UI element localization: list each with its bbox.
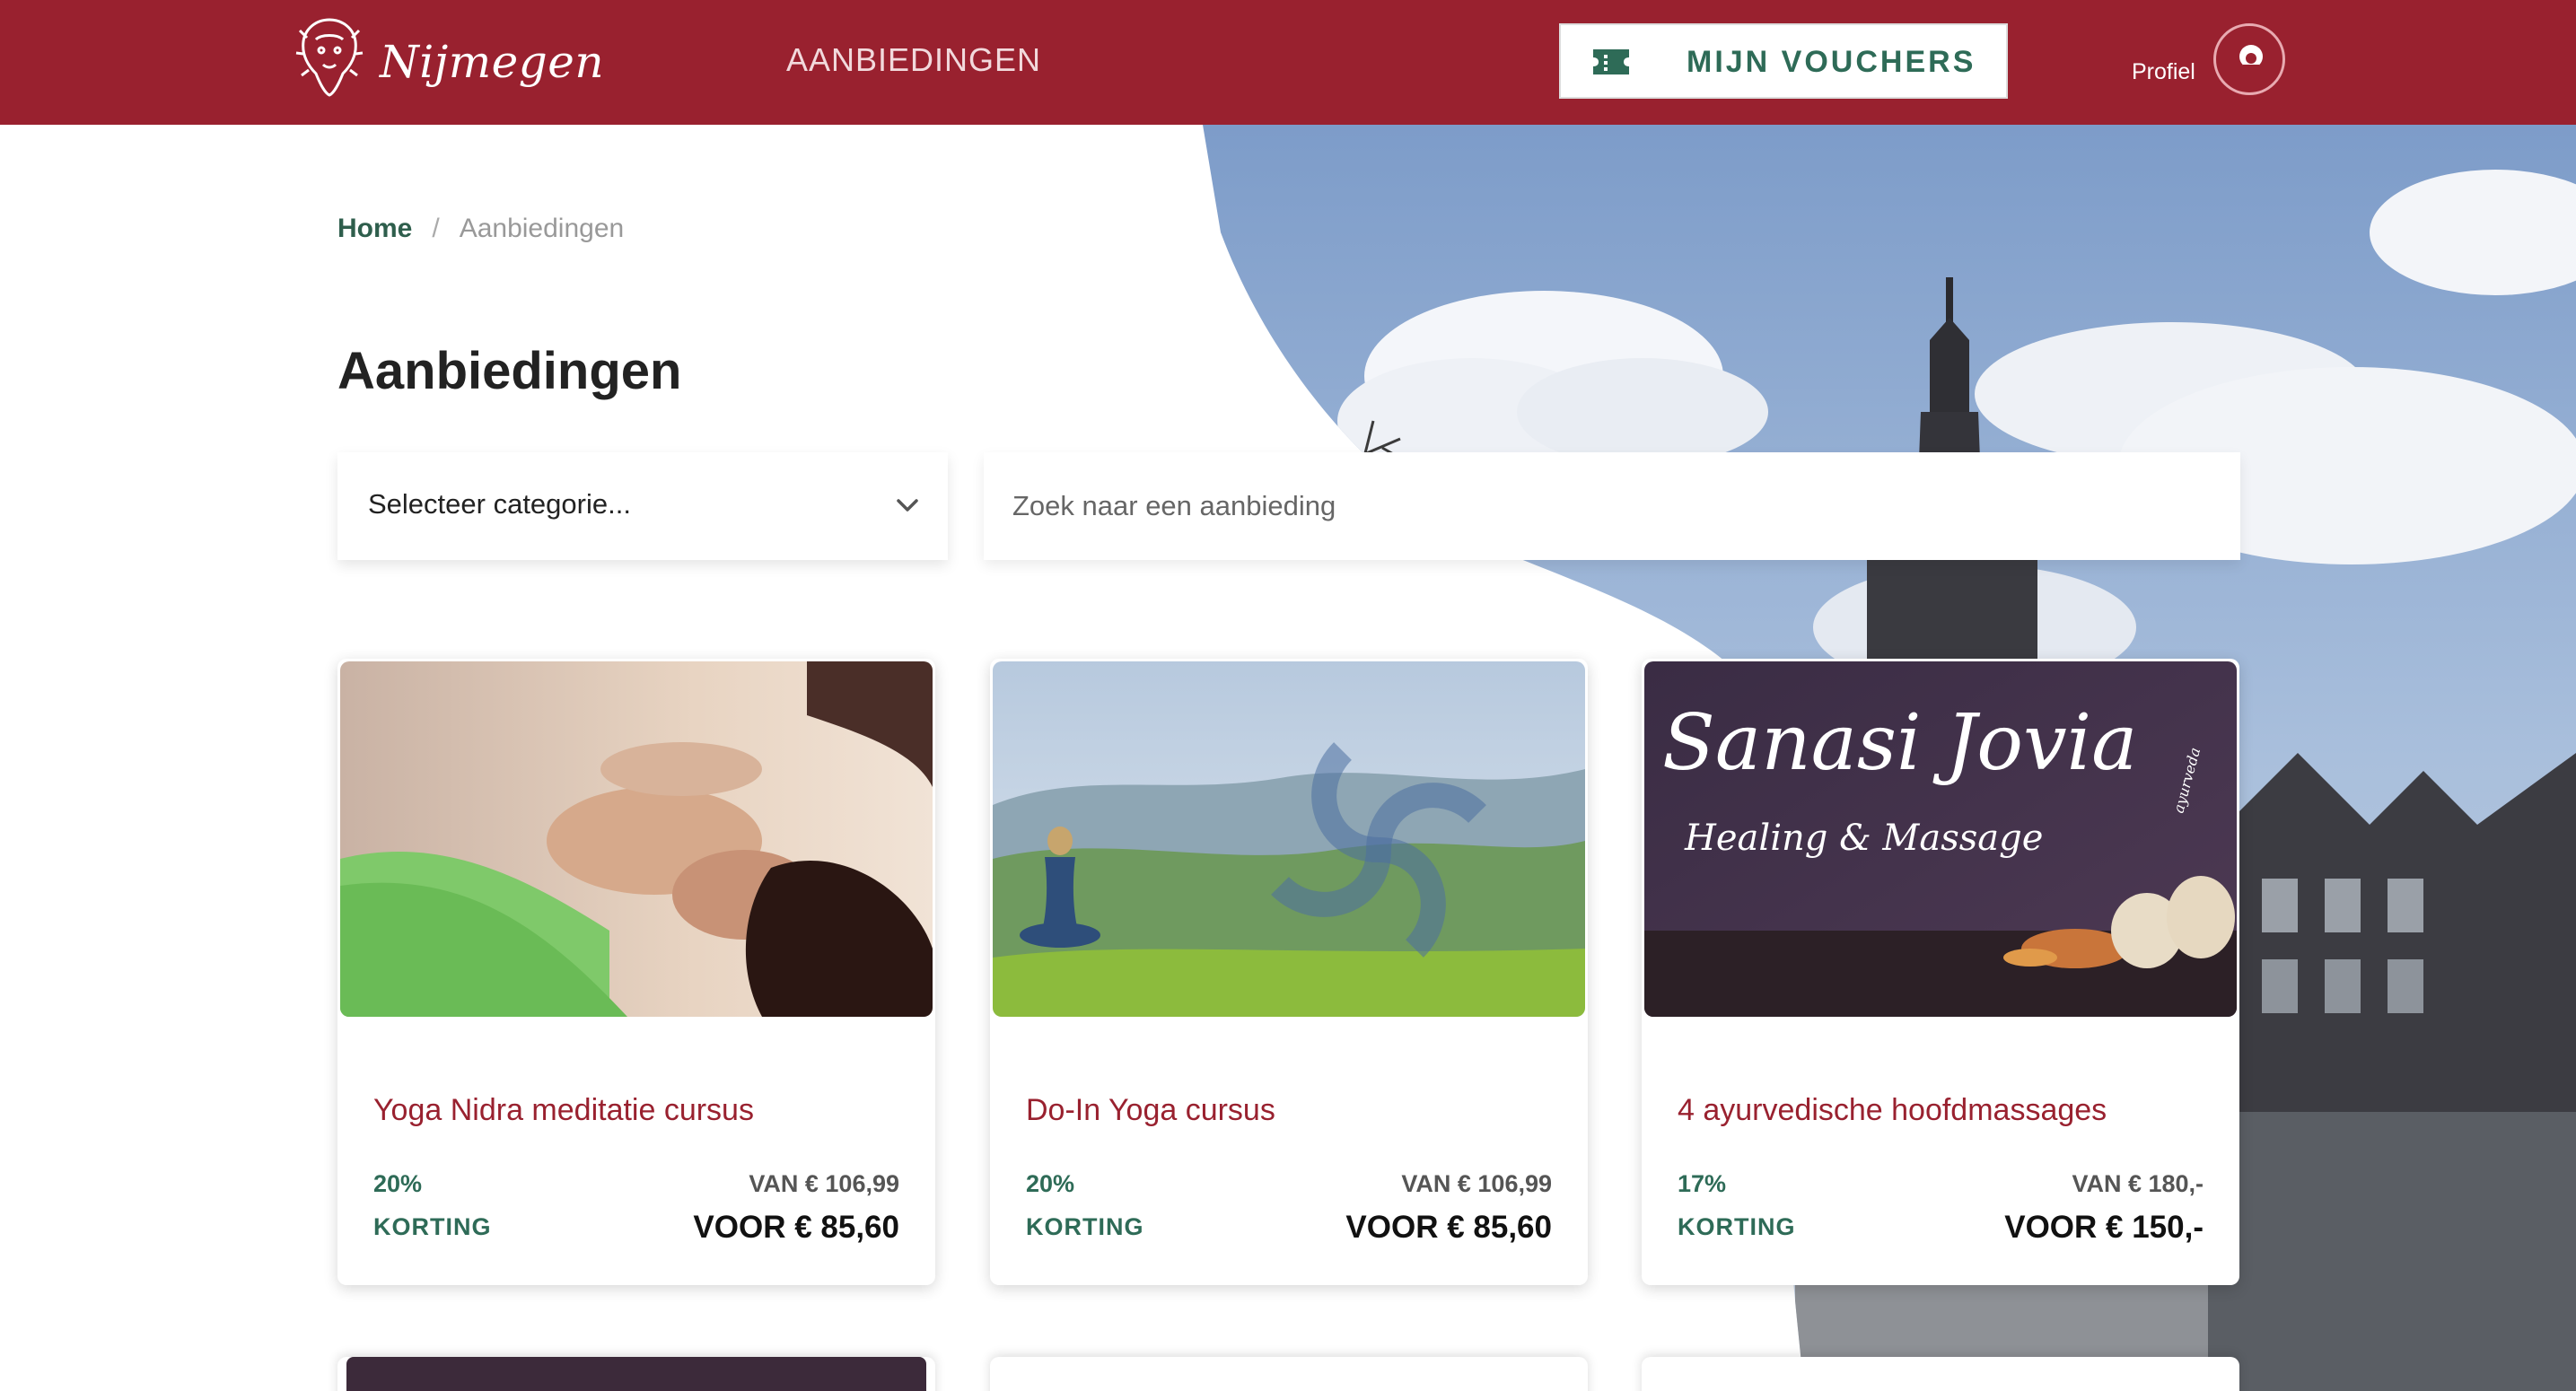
discounted-price: VOOR € 85,60 [693, 1210, 899, 1245]
offer-title: 4 ayurvedische hoofdmassages [1678, 1093, 2107, 1127]
offer-card-do-in-yoga[interactable]: Do-In Yoga cursus 20% KORTING VAN € 106,… [990, 659, 1588, 1285]
image-brand-text: Sanasi Jovia [1662, 698, 2137, 788]
offer-image-ayurvedic-massage: Sanasi Jovia Healing & Massage ayurveda [1644, 661, 2237, 1017]
discounted-price: VOOR € 85,60 [1345, 1210, 1552, 1245]
my-vouchers-button[interactable]: MIJN VOUCHERS [1559, 23, 2008, 99]
my-vouchers-label: MIJN VOUCHERS [1687, 45, 1976, 79]
page-title: Aanbiedingen [337, 342, 682, 400]
discount-label: KORTING [1678, 1213, 1796, 1240]
discount-percentage: 17% [1678, 1170, 1727, 1197]
offer-image-yoga-nidra [340, 661, 933, 1017]
original-price: VAN € 106,99 [1401, 1170, 1552, 1197]
breadcrumb-current: Aanbiedingen [459, 214, 625, 243]
original-price: VAN € 180,- [2072, 1170, 2204, 1197]
discount-percentage: 20% [373, 1170, 423, 1197]
offer-card-yoga-nidra[interactable]: Yoga Nidra meditatie cursus 20% KORTING … [337, 659, 935, 1285]
offer-image-partial [346, 1357, 926, 1391]
original-price: VAN € 106,99 [749, 1170, 899, 1197]
site-logo-text[interactable]: Nijmegen [380, 36, 604, 88]
breadcrumb-separator: / [432, 214, 440, 243]
offer-card-partial[interactable] [990, 1357, 1588, 1391]
offer-title: Do-In Yoga cursus [1026, 1093, 1275, 1127]
ticket-icon [1593, 49, 1629, 74]
offer-card-partial[interactable] [1642, 1357, 2239, 1391]
discount-percentage: 20% [1026, 1170, 1075, 1197]
search-input[interactable] [984, 452, 2240, 560]
breadcrumb: Home / Aanbiedingen [337, 214, 624, 244]
category-select-value: Selecteer categorie... [368, 488, 631, 520]
discount-label: KORTING [1026, 1213, 1144, 1240]
offer-card-ayurvedic-massage[interactable]: Sanasi Jovia Healing & Massage ayurveda … [1642, 659, 2239, 1285]
lion-crest-icon[interactable] [289, 13, 370, 102]
nav-link-aanbiedingen[interactable]: AANBIEDINGEN [786, 41, 1041, 79]
search-box [984, 452, 2240, 560]
discount-label: KORTING [373, 1213, 492, 1240]
chevron-down-icon [897, 499, 918, 512]
offer-title: Yoga Nidra meditatie cursus [373, 1093, 754, 1127]
image-subtitle-text: Healing & Massage [1684, 818, 2043, 859]
top-navigation-bar: Nijmegen AANBIEDINGEN MIJN VOUCHERS Prof… [0, 0, 2576, 125]
breadcrumb-home-link[interactable]: Home [337, 214, 412, 244]
discounted-price: VOOR € 150,- [2004, 1210, 2204, 1245]
profile-avatar-button[interactable] [2213, 23, 2285, 95]
offer-image-do-in-yoga [993, 661, 1585, 1017]
offer-card-partial[interactable] [337, 1357, 935, 1391]
profile-label[interactable]: Profiel [2132, 59, 2195, 85]
user-icon [2239, 45, 2263, 74]
category-select[interactable]: Selecteer categorie... [337, 452, 948, 560]
